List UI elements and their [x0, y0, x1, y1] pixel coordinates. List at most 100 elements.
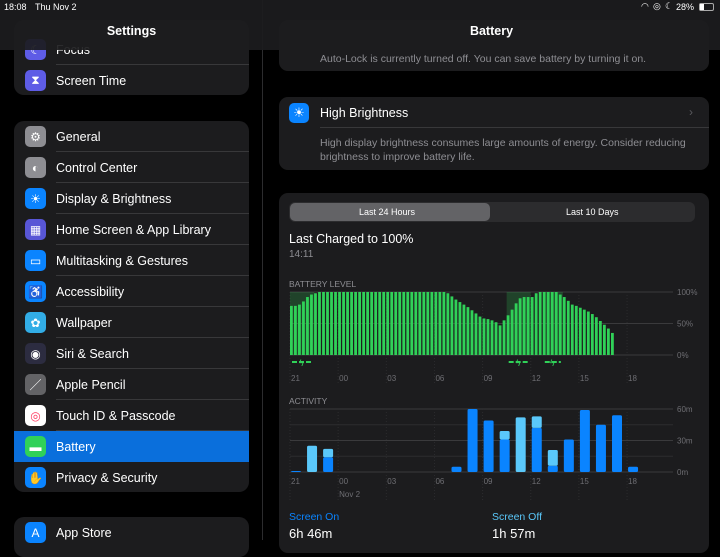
charging-bolt-icon: ϟ: [299, 358, 304, 368]
battery-bar: [334, 292, 337, 355]
battery-bar: [470, 310, 474, 355]
status-time: 18:08: [4, 2, 27, 12]
battery-bar: [426, 292, 430, 355]
battery-bar: [402, 292, 406, 355]
battery-bar: [490, 320, 494, 355]
x-tick-label: 00: [339, 477, 348, 486]
x-tick-label: 00: [339, 374, 348, 383]
battery-bar: [338, 292, 341, 355]
battery-bar: [446, 293, 450, 355]
x-tick-label: 18: [628, 477, 637, 486]
moon-icon: ☾: [665, 1, 674, 11]
battery-bar: [290, 305, 293, 355]
battery-bar: [314, 293, 317, 355]
battery-bar: [390, 292, 394, 355]
x-tick-label: 15: [580, 374, 589, 383]
x-tick-label: 06: [435, 374, 444, 383]
battery-bar: [342, 292, 345, 355]
battery-bar: [410, 292, 414, 355]
screen-off-bar: [515, 417, 526, 472]
battery-bar: [422, 292, 426, 355]
battery-bar: [462, 304, 466, 355]
y-tick-label: 0%: [677, 351, 689, 360]
battery-bar: [518, 298, 522, 355]
x-tick-label: 03: [387, 477, 396, 486]
battery-bar: [550, 292, 554, 355]
location-lock-icon: ◎: [653, 1, 661, 11]
x-tick-label: 09: [484, 374, 493, 383]
battery-bar: [606, 328, 610, 355]
battery-bar: [586, 311, 590, 355]
battery-bar: [534, 293, 538, 355]
battery-bar: [442, 292, 446, 355]
x-tick-label: 21: [291, 374, 300, 383]
battery-bar: [394, 292, 398, 355]
battery-bar: [362, 292, 366, 355]
battery-bar: [398, 292, 402, 355]
battery-bar: [298, 304, 301, 355]
battery-bar: [330, 292, 333, 355]
battery-bar: [482, 318, 486, 355]
battery-bar: [326, 292, 329, 355]
battery-bar: [454, 299, 458, 355]
battery-bar: [366, 292, 370, 355]
battery-bar: [350, 292, 353, 355]
battery-bar: [378, 292, 382, 355]
screen-on-bar: [595, 424, 606, 472]
screen-off-bar: [499, 431, 510, 440]
battery-bar: [546, 292, 550, 355]
battery-bar: [554, 292, 558, 355]
y-tick-label: 60m: [677, 405, 693, 414]
screen-on-bar: [612, 415, 622, 472]
battery-bar: [414, 292, 418, 355]
battery-bar: [474, 313, 478, 355]
battery-bar: [458, 302, 462, 355]
wifi-icon: ◠: [641, 1, 649, 11]
battery-bar: [526, 297, 530, 355]
x-tick-label: 15: [580, 477, 589, 486]
battery-bar: [322, 292, 325, 355]
battery-bar: [598, 320, 602, 355]
battery-percent: 28%: [676, 2, 695, 12]
battery-bar: [478, 316, 482, 355]
battery-bar: [578, 307, 582, 355]
x-tick-label: 12: [532, 477, 541, 486]
battery-bar: [310, 294, 313, 355]
x-tick-label: 03: [387, 374, 396, 383]
battery-bar: [582, 309, 586, 355]
screen-off-bar: [547, 449, 558, 466]
screen-on-bar: [483, 420, 494, 472]
battery-bar: [506, 315, 510, 355]
battery-bar: [494, 322, 498, 355]
x-tick-label: 12: [532, 374, 541, 383]
battery-bar: [542, 292, 546, 355]
navigation-bar: 18:08 Thu Nov 2 ◠ ◎ ☾ 28% Settings Batte…: [0, 0, 720, 50]
battery-bar: [438, 292, 442, 355]
screen-on-label: Screen On: [289, 511, 340, 523]
battery-bar: [466, 307, 470, 355]
battery-bar: [358, 292, 362, 355]
screen-on-bar: [323, 457, 334, 472]
screen-off-bar: [531, 416, 542, 428]
screen-on-bar: [451, 466, 462, 472]
screen-on-bar: [291, 470, 301, 472]
sidebar-title: Settings: [106, 24, 157, 38]
screen-on-bar: [547, 465, 558, 472]
x-tick-label: 18: [628, 374, 637, 383]
battery-bar: [354, 292, 357, 355]
battery-bar: [510, 309, 514, 355]
battery-bar: [302, 301, 305, 355]
x-tick-label: 06: [435, 477, 444, 486]
battery-bar: [611, 332, 614, 355]
screen-on-bar: [628, 466, 639, 472]
screen-on-bar: [579, 410, 590, 472]
battery-bar: [306, 297, 309, 355]
date-label: Nov 2: [339, 490, 360, 499]
battery-bar: [434, 292, 438, 355]
screen-on-bar: [499, 439, 510, 472]
screen-on-bar: [563, 439, 574, 472]
battery-bar: [430, 292, 434, 355]
battery-bar: [370, 292, 374, 355]
page-title: Battery: [469, 24, 514, 38]
battery-bar: [374, 292, 378, 355]
